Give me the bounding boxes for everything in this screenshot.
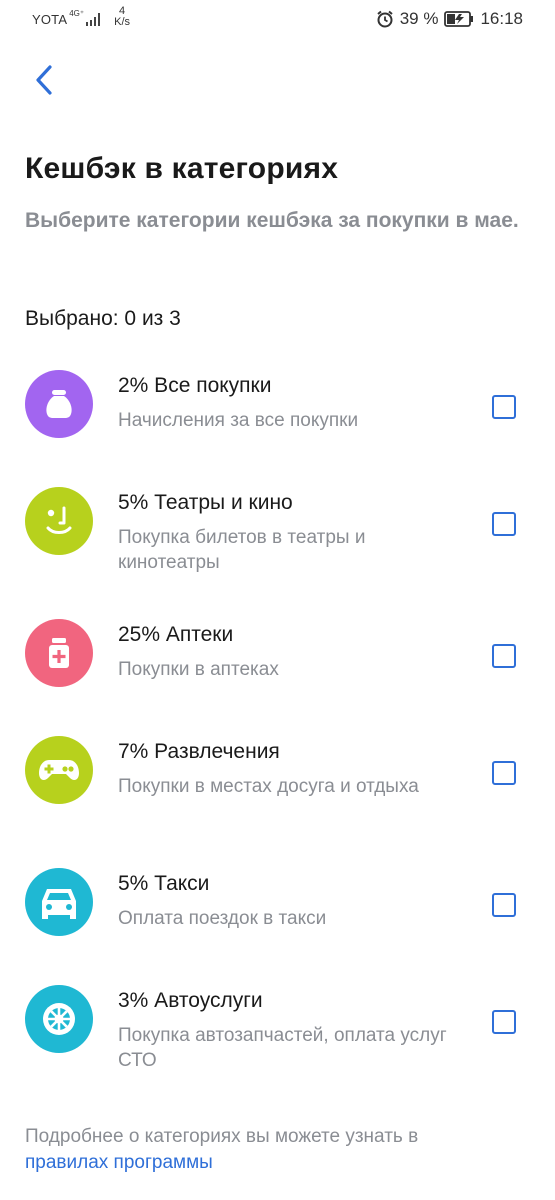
category-description: Покупка билетов в театры и кинотеатры bbox=[118, 527, 366, 573]
category-description: Начисления за все покупки bbox=[118, 410, 359, 431]
category-icon-circle bbox=[25, 868, 93, 936]
wheel-icon bbox=[43, 1003, 75, 1035]
category-description: Покупки в аптеках bbox=[118, 659, 279, 680]
battery-charging-icon bbox=[444, 11, 474, 27]
carrier-label: YOTA bbox=[32, 12, 68, 27]
battery-percent: 39 % bbox=[399, 9, 439, 28]
category-title: 3% Автоуслуги bbox=[118, 989, 263, 1012]
network-type: 4G⁺ bbox=[69, 9, 85, 18]
signal-icon bbox=[86, 13, 101, 26]
program-rules-link[interactable]: правилах программы bbox=[25, 1152, 213, 1173]
category-checkbox[interactable] bbox=[492, 512, 516, 536]
category-description: Оплата поездок в такси bbox=[118, 908, 327, 929]
status-right: 39 % 16:18 bbox=[370, 9, 523, 29]
back-button[interactable] bbox=[28, 62, 64, 98]
category-title: 25% Аптеки bbox=[118, 623, 234, 646]
gamepad-icon bbox=[39, 760, 79, 781]
category-icon-circle bbox=[25, 985, 93, 1053]
footer-note: Подробнее о категориях вы можете узнать … bbox=[25, 1124, 535, 1176]
category-icon-circle bbox=[25, 736, 93, 804]
network-speed: 4 K/s bbox=[114, 6, 130, 28]
category-checkbox[interactable] bbox=[492, 1010, 516, 1034]
category-title: 5% Театры и кино bbox=[118, 491, 293, 514]
category-checkbox[interactable] bbox=[492, 395, 516, 419]
category-icon-circle bbox=[25, 370, 93, 438]
page-title: Кешбэк в категориях bbox=[25, 152, 339, 185]
category-description: Покупка автозапчастей, оплата услуг СТО bbox=[118, 1025, 447, 1071]
clock: 16:18 bbox=[480, 9, 523, 28]
category-title: 5% Такси bbox=[118, 872, 210, 895]
status-left: YOTA 4G⁺ 4 K/s bbox=[32, 6, 130, 28]
category-description: Покупки в местах досуга и отдыха bbox=[118, 776, 419, 797]
category-title: 7% Развлечения bbox=[118, 740, 280, 763]
status-bar: YOTA 4G⁺ 4 K/s 39 % 16:18 bbox=[0, 0, 555, 40]
category-title: 2% Все покупки bbox=[118, 374, 272, 397]
category-checkbox[interactable] bbox=[492, 644, 516, 668]
face-icon bbox=[46, 506, 72, 534]
chevron-left-icon bbox=[36, 65, 52, 95]
page-subtitle: Выберите категории кешбэка за покупки в … bbox=[25, 209, 519, 232]
medicine-icon bbox=[49, 638, 69, 668]
selection-counter: Выбрано: 0 из 3 bbox=[25, 307, 181, 330]
category-checkbox[interactable] bbox=[492, 761, 516, 785]
footer-text: Подробнее о категориях вы можете узнать … bbox=[25, 1126, 419, 1147]
category-checkbox[interactable] bbox=[492, 893, 516, 917]
car-icon bbox=[42, 889, 76, 919]
alarm-icon bbox=[377, 10, 393, 28]
category-icon-circle bbox=[25, 619, 93, 687]
speed-unit: K/s bbox=[114, 16, 131, 28]
category-icon-circle bbox=[25, 487, 93, 555]
bag-icon bbox=[46, 390, 72, 418]
